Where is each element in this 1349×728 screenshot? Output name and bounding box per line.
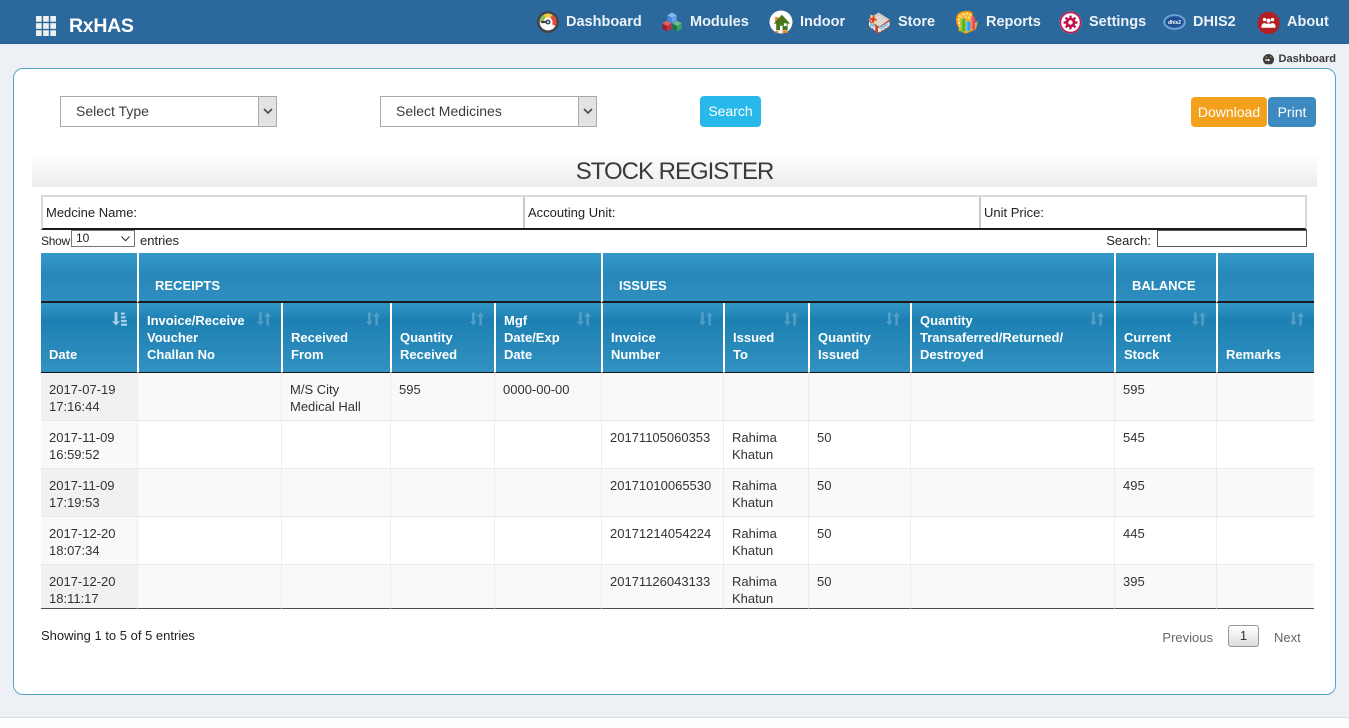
svg-text:dhis2: dhis2 [1168,20,1181,26]
